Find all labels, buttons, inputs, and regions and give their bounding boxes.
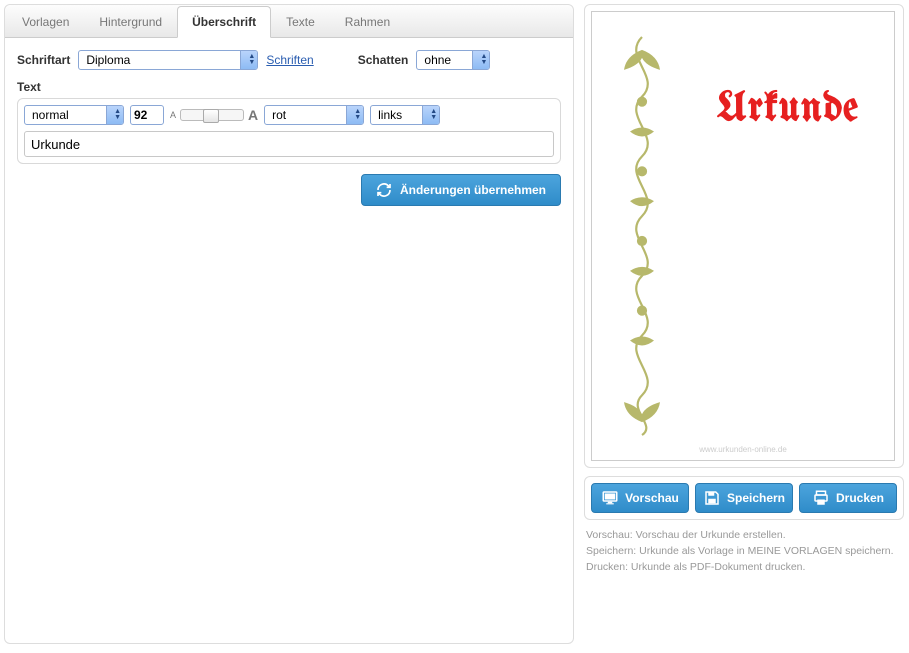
color-select[interactable]: rot — [264, 105, 364, 125]
tab-bar: Vorlagen Hintergrund Überschrift Texte R… — [5, 5, 573, 38]
help-line-preview: Vorschau: Vorschau der Urkunde erstellen… — [586, 528, 902, 544]
help-line-print: Drucken: Urkunde als PDF-Dokument drucke… — [586, 560, 902, 576]
font-weight-select[interactable]: normal — [24, 105, 124, 125]
tab-hintergrund[interactable]: Hintergrund — [84, 6, 177, 38]
ornament-border — [612, 32, 672, 440]
tab-content: Schriftart Diploma ▲▼ Schriften Schatten… — [5, 38, 573, 218]
action-bar: Vorschau Speichern Drucken — [584, 476, 904, 520]
printer-icon — [812, 489, 830, 507]
tab-vorlagen[interactable]: Vorlagen — [7, 6, 84, 38]
help-text: Vorschau: Vorschau der Urkunde erstellen… — [584, 528, 904, 575]
font-label: Schriftart — [17, 53, 70, 67]
save-button[interactable]: Speichern — [695, 483, 793, 513]
preview-button[interactable]: Vorschau — [591, 483, 689, 513]
shadow-select[interactable]: ohne — [416, 50, 490, 70]
app-root: Vorlagen Hintergrund Überschrift Texte R… — [4, 4, 905, 644]
text-section-label: Text — [17, 80, 561, 94]
help-line-save: Speichern: Urkunde als Vorlage in MEINE … — [586, 544, 902, 560]
tab-ueberschrift[interactable]: Überschrift — [177, 6, 271, 38]
floppy-icon — [703, 489, 721, 507]
text-controls: normal ▲▼ A A rot ▲▼ — [24, 105, 554, 125]
font-size-slider[interactable]: A A — [170, 107, 258, 123]
certificate-preview: Urkunde www.urkunden-online.de — [591, 11, 895, 461]
headline-text-input[interactable] — [24, 131, 554, 157]
save-button-label: Speichern — [727, 491, 785, 505]
monitor-icon — [601, 489, 619, 507]
shadow-label: Schatten — [358, 53, 409, 67]
fonts-link[interactable]: Schriften — [266, 53, 313, 67]
preview-panel: Urkunde www.urkunden-online.de Vorschau — [584, 4, 904, 644]
font-select[interactable]: Diploma — [78, 50, 258, 70]
font-row: Schriftart Diploma ▲▼ Schriften Schatten… — [17, 50, 561, 70]
preview-headline: Urkunde — [692, 87, 884, 131]
apply-button-label: Änderungen übernehmen — [400, 183, 546, 197]
print-button[interactable]: Drucken — [799, 483, 897, 513]
preview-button-label: Vorschau — [625, 491, 679, 505]
font-size-input[interactable] — [130, 105, 164, 125]
apply-changes-button[interactable]: Änderungen übernehmen — [361, 174, 561, 206]
refresh-icon — [376, 182, 392, 198]
tab-rahmen[interactable]: Rahmen — [330, 6, 405, 38]
align-select[interactable]: links — [370, 105, 440, 125]
preview-container: Urkunde www.urkunden-online.de — [584, 4, 904, 468]
size-large-icon: A — [248, 107, 258, 123]
tab-texte[interactable]: Texte — [271, 6, 330, 38]
size-small-icon: A — [170, 110, 176, 120]
editor-panel: Vorlagen Hintergrund Überschrift Texte R… — [4, 4, 574, 644]
preview-watermark: www.urkunden-online.de — [592, 445, 894, 454]
print-button-label: Drucken — [836, 491, 884, 505]
text-section: normal ▲▼ A A rot ▲▼ — [17, 98, 561, 164]
